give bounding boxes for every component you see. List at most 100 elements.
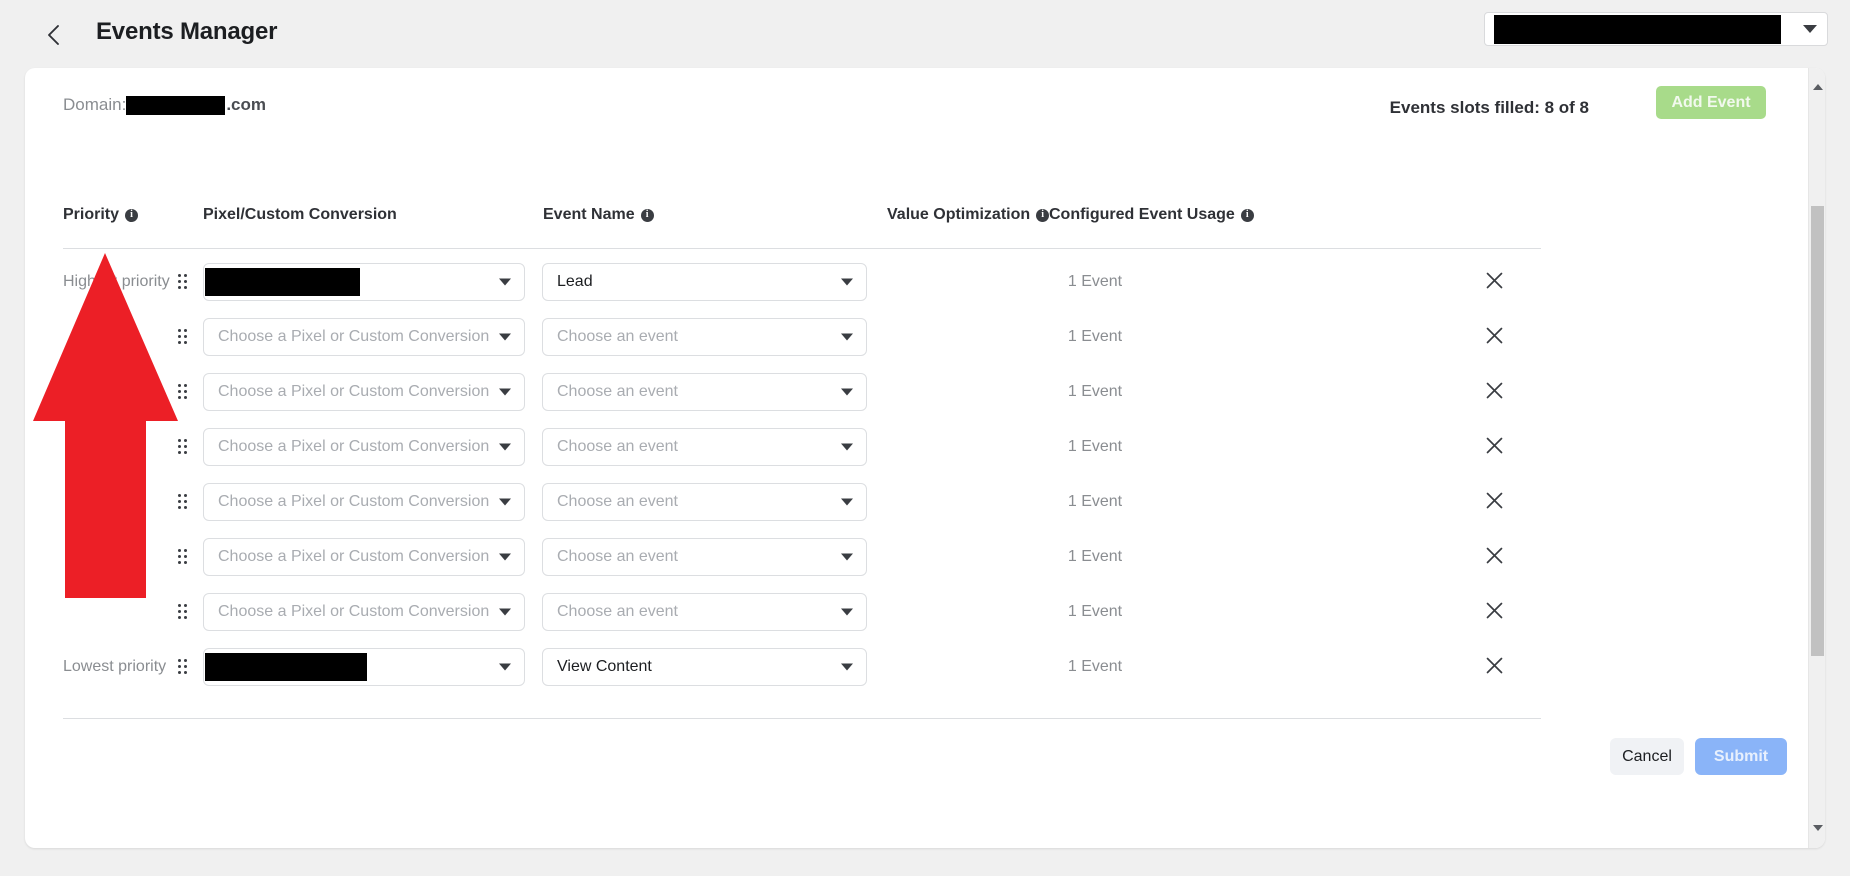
app-root: Events Manager Domain: .com Events slots… [0,0,1850,876]
close-icon [1485,381,1504,403]
column-header-event-name: Event Name i [543,206,654,224]
events-card: Domain: .com Events slots filled: 8 of 8… [25,68,1825,848]
account-select[interactable] [1484,12,1828,46]
chevron-down-icon [841,333,853,340]
pixel-select[interactable]: Choose a Pixel or Custom Conversion [203,537,525,576]
pixel-select-value: Choose a Pixel or Custom Conversion [218,492,490,510]
table-row: Choose a Pixel or Custom Conversion Choo… [25,584,1825,639]
pixel-select[interactable]: Choose a Pixel or Custom Conversion [203,592,525,631]
chevron-down-icon [841,388,853,395]
card-scrollbar[interactable] [1808,68,1825,848]
pixel-select[interactable] [203,262,525,301]
column-header-priority: Priority i [63,206,139,224]
cancel-button[interactable]: Cancel [1610,738,1684,775]
priority-label: Highest priority [63,272,170,290]
remove-row-button[interactable] [1480,653,1508,681]
drag-handle-icon[interactable] [178,328,190,345]
top-bar: Events Manager [0,0,1850,68]
table-row: Highest priority Lead 1 Event [25,254,1825,309]
pixel-select[interactable]: Choose a Pixel or Custom Conversion [203,317,525,356]
pixel-select[interactable]: Choose a Pixel or Custom Conversion [203,372,525,411]
table-row: Choose a Pixel or Custom Conversion Choo… [25,529,1825,584]
drag-handle-icon[interactable] [178,438,190,455]
remove-row-button[interactable] [1480,268,1508,296]
remove-row-button[interactable] [1480,543,1508,571]
chevron-down-icon [499,388,511,395]
event-name-select-value: Choose an event [557,382,678,400]
drag-handle-icon[interactable] [178,548,190,565]
drag-handle-icon[interactable] [178,493,190,510]
pixel-select[interactable]: Choose a Pixel or Custom Conversion [203,427,525,466]
domain-label: Domain: [63,95,127,114]
drag-handle-icon[interactable] [178,658,190,675]
remove-row-button[interactable] [1480,433,1508,461]
configured-event-usage-value: 1 Event [1067,602,1123,620]
triangle-down-icon [1812,824,1823,831]
info-icon[interactable]: i [125,208,139,222]
remove-row-button[interactable] [1480,378,1508,406]
chevron-down-icon [499,608,511,615]
scroll-up-arrow-icon[interactable] [1809,78,1825,95]
event-name-select[interactable]: Lead [542,262,867,301]
drag-handle-icon[interactable] [178,603,190,620]
event-name-select-value: Lead [557,272,593,290]
column-header-configured-event-usage-label: Configured Event Usage [1049,206,1235,223]
event-name-select[interactable]: View Content [542,647,867,686]
pixel-select-value: Choose a Pixel or Custom Conversion [218,437,490,455]
pixel-select[interactable]: Choose a Pixel or Custom Conversion [203,482,525,521]
chevron-down-icon [841,553,853,560]
chevron-down-icon [499,443,511,450]
chevron-left-icon [44,23,64,47]
close-icon [1485,546,1504,568]
pixel-select-value: Choose a Pixel or Custom Conversion [218,602,490,620]
chevron-down-icon [841,443,853,450]
table-row: Choose a Pixel or Custom Conversion Choo… [25,364,1825,419]
event-name-select[interactable]: Choose an event [542,537,867,576]
pixel-select-value: Choose a Pixel or Custom Conversion [218,382,490,400]
scroll-down-arrow-icon[interactable] [1809,819,1825,836]
event-name-select[interactable]: Choose an event [542,482,867,521]
column-header-priority-label: Priority [63,206,120,223]
event-name-select[interactable]: Choose an event [542,372,867,411]
info-icon[interactable]: i [640,208,654,222]
close-icon [1485,491,1504,513]
header-divider [63,248,1541,249]
configured-event-usage-value: 1 Event [1067,437,1123,455]
back-button[interactable] [36,17,72,53]
table-row: Choose a Pixel or Custom Conversion Choo… [25,419,1825,474]
close-icon [1485,326,1504,348]
chevron-down-icon [841,278,853,285]
event-name-select[interactable]: Choose an event [542,427,867,466]
event-name-select[interactable]: Choose an event [542,317,867,356]
column-header-value-optimization: Value Optimization i [887,206,1050,224]
pixel-select-value: Choose a Pixel or Custom Conversion [218,547,490,565]
drag-handle-icon[interactable] [178,383,190,400]
domain-tld: .com [226,95,266,114]
event-name-select-value: Choose an event [557,327,678,345]
remove-row-button[interactable] [1480,323,1508,351]
configured-event-usage-value: 1 Event [1067,272,1123,290]
column-header-event-name-label: Event Name [543,206,635,223]
info-icon[interactable]: i [1036,208,1050,222]
configured-event-usage-value: 1 Event [1067,327,1123,345]
close-icon [1485,271,1504,293]
event-name-select[interactable]: Choose an event [542,592,867,631]
configured-event-usage-value: 1 Event [1067,382,1123,400]
scrollbar-thumb[interactable] [1811,206,1824,656]
footer-divider [63,718,1541,719]
add-event-button[interactable]: Add Event [1656,86,1766,119]
domain-row: Domain: .com [63,95,266,115]
pixel-select-value: Choose a Pixel or Custom Conversion [218,327,490,345]
submit-button[interactable]: Submit [1695,738,1787,775]
column-header-pixel: Pixel/Custom Conversion [203,206,397,224]
remove-row-button[interactable] [1480,488,1508,516]
priority-label: Lowest priority [63,657,167,675]
remove-row-button[interactable] [1480,598,1508,626]
close-icon [1485,601,1504,623]
info-icon[interactable]: i [1240,208,1254,222]
triangle-up-icon [1812,83,1823,90]
table-row: Choose a Pixel or Custom Conversion Choo… [25,309,1825,364]
pixel-select[interactable] [203,647,525,686]
drag-handle-icon[interactable] [178,273,190,290]
column-header-configured-event-usage: Configured Event Usage i [1049,206,1254,224]
